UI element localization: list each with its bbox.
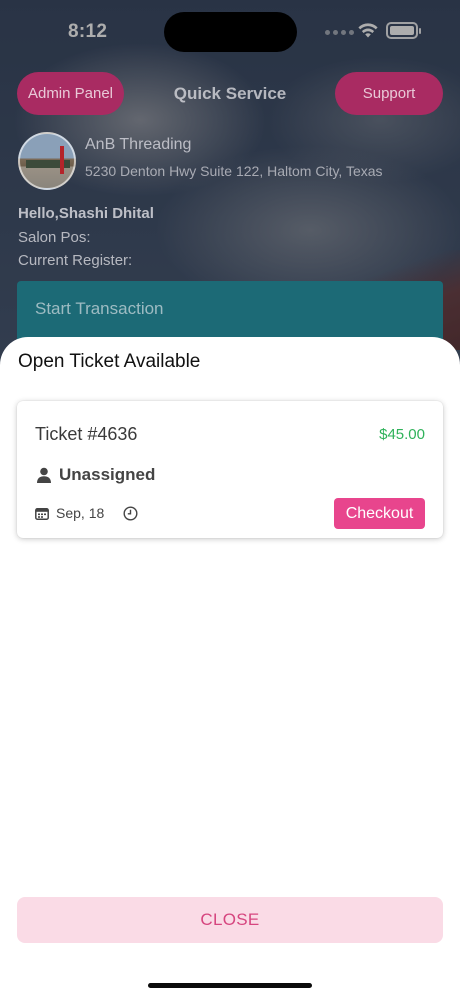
current-register-label: Current Register: — [18, 252, 133, 269]
salon-pos-label: Salon Pos: — [18, 229, 91, 246]
support-button[interactable]: Support — [335, 72, 443, 115]
store-address: 5230 Denton Hwy Suite 122, Haltom City, … — [85, 163, 383, 179]
checkout-button[interactable]: Checkout — [334, 498, 425, 529]
admin-panel-button[interactable]: Admin Panel — [17, 72, 124, 115]
store-name: AnB Threading — [85, 136, 192, 153]
home-indicator[interactable] — [148, 983, 312, 988]
ticket-number: Ticket #4636 — [35, 424, 138, 444]
calendar-icon — [35, 507, 49, 520]
person-icon — [37, 467, 51, 483]
page-title: Quick Service — [173, 84, 287, 103]
store-avatar — [18, 132, 76, 190]
assignee-name: Unassigned — [59, 465, 156, 484]
ticket-date: Sep, 18 — [56, 505, 105, 521]
assignee-row: Unassigned — [37, 465, 155, 485]
sheet-title: Open Ticket Available — [18, 351, 201, 372]
ticket-amount: $45.00 — [379, 426, 425, 443]
close-button[interactable]: CLOSE — [17, 897, 443, 943]
greeting: Hello,Shashi Dhital — [18, 205, 154, 222]
date-row: Sep, 18 — [35, 505, 138, 521]
ticket-card[interactable]: Ticket #4636 $45.00 Unassigned Sep, 18 C… — [17, 401, 443, 538]
open-ticket-sheet: Open Ticket Available Ticket #4636 $45.0… — [0, 337, 460, 997]
clock-icon — [123, 505, 138, 521]
